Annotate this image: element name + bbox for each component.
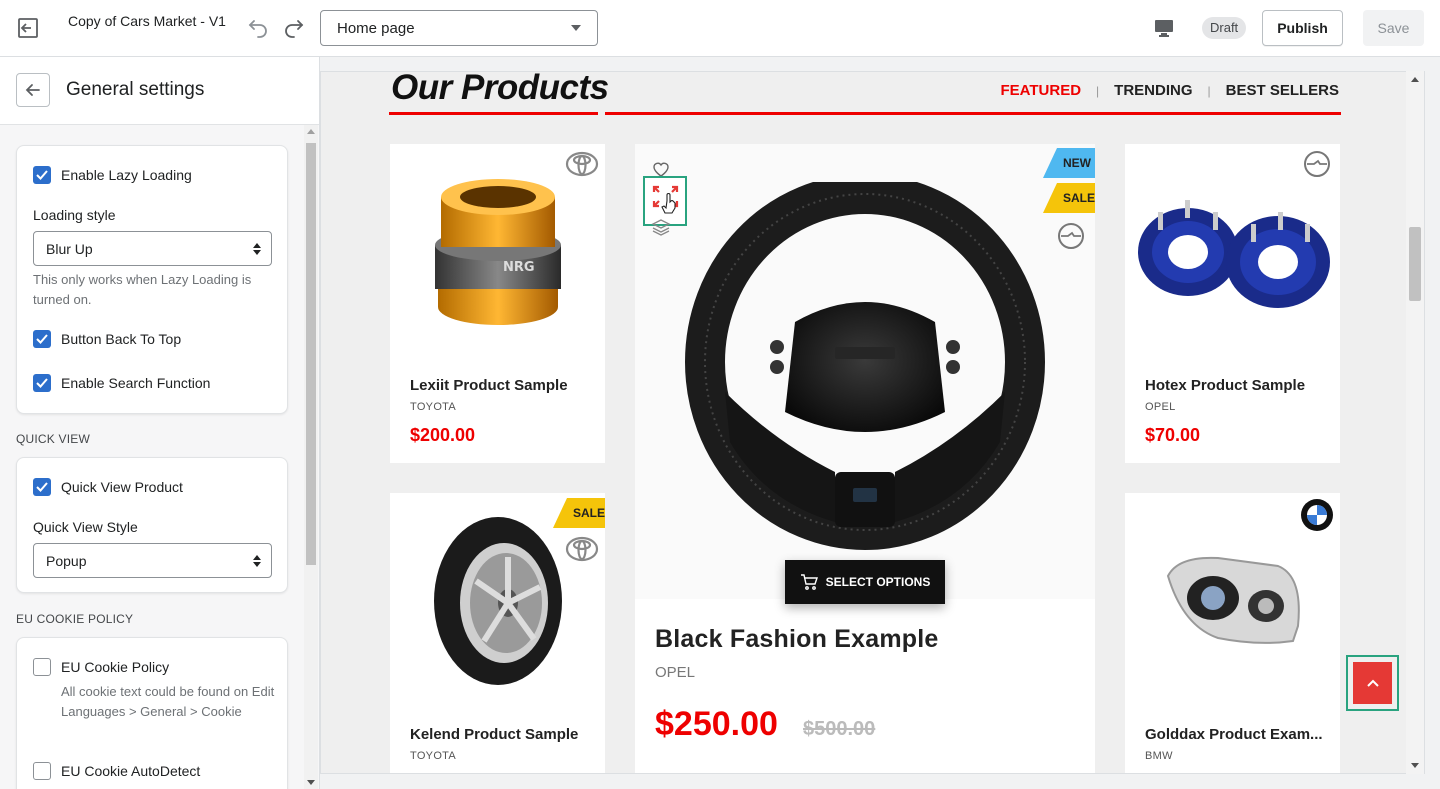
back-arrow-icon[interactable] (16, 73, 50, 107)
cookie-policy-checkbox[interactable]: EU Cookie Policy (33, 658, 169, 676)
opel-logo-icon (1053, 218, 1089, 254)
title-underline (389, 112, 598, 115)
lazy-loading-checkbox[interactable]: Enable Lazy Loading (33, 166, 192, 184)
checkbox-unchecked-icon (33, 658, 51, 676)
select-options-label: SELECT OPTIONS (825, 575, 931, 589)
cookie-policy-label: EU Cookie Policy (61, 659, 170, 675)
scroll-up-icon[interactable] (307, 129, 315, 134)
featured-product-name[interactable]: Black Fashion Example (655, 625, 938, 654)
quick-view-style-select[interactable]: Popup (33, 543, 272, 578)
sidebar-scrollbar[interactable] (304, 125, 318, 789)
sidebar-title: General settings (66, 79, 205, 100)
product-price: $200.00 (410, 425, 476, 445)
product-card[interactable]: Golddax Product Exam... BMW (1125, 493, 1340, 773)
cookie-autodetect-label: EU Cookie AutoDetect (61, 763, 201, 779)
featured-product-image[interactable] (635, 144, 1095, 599)
quick-view-checkbox[interactable]: Quick View Product (33, 478, 183, 496)
product-name[interactable]: Hotex Product Sample (1145, 377, 1325, 394)
checkbox-unchecked-icon (33, 762, 51, 780)
chevron-down-icon (571, 25, 581, 31)
product-tabs: FEATURED | TRENDING | BEST SELLERS (1000, 82, 1339, 99)
quick-view-card: Quick View Product Quick View Style Popu… (16, 457, 288, 593)
redo-icon[interactable] (280, 14, 308, 42)
tab-featured[interactable]: FEATURED (1000, 82, 1081, 99)
product-name[interactable]: Lexiit Product Sample (410, 377, 590, 394)
quick-view-label: Quick View Product (61, 479, 183, 495)
search-function-label: Enable Search Function (61, 375, 211, 391)
cookie-policy-heading: EU COOKIE POLICY (16, 612, 134, 626)
loading-style-value: Blur Up (46, 240, 93, 257)
checkbox-checked-icon (33, 330, 51, 348)
sidebar-header: General settings (0, 57, 319, 125)
exit-icon[interactable] (10, 12, 46, 44)
featured-product-price: $250.00 (655, 705, 778, 743)
scroll-down-icon[interactable] (307, 780, 315, 785)
quick-view-style-label: Quick View Style (33, 519, 138, 535)
scroll-up-icon[interactable] (1411, 77, 1419, 82)
product-price: $70.00 (1145, 425, 1201, 445)
desktop-icon[interactable] (1150, 14, 1178, 42)
cart-icon (800, 574, 818, 590)
product-brand: TOYOTA (410, 750, 457, 762)
select-options-button[interactable]: SELECT OPTIONS (785, 560, 945, 604)
loading-style-label: Loading style (33, 207, 116, 223)
tab-trending[interactable]: TRENDING (1114, 82, 1192, 99)
product-card[interactable]: SALE Kelend Product Sample TOYOTA (390, 493, 605, 773)
featured-product-old-price: $500.00 (803, 718, 876, 740)
preview-scrollbar[interactable] (1406, 71, 1424, 774)
page-selector-value: Home page (337, 19, 415, 37)
page-selector[interactable]: Home page (320, 10, 598, 46)
cookie-policy-card: EU Cookie Policy All cookie text could b… (16, 637, 288, 789)
toyota-logo-icon (564, 146, 600, 182)
store-preview: Our Products FEATURED | TRENDING | BEST … (320, 71, 1425, 774)
checkbox-checked-icon (33, 478, 51, 496)
loading-style-help: This only works when Lazy Loading is tur… (33, 272, 252, 307)
settings-sidebar: General settings Enable Lazy Loading Loa… (0, 57, 320, 789)
back-to-top-button[interactable] (1346, 655, 1399, 711)
save-button[interactable]: Save (1363, 10, 1424, 46)
chevron-up-icon (1353, 662, 1392, 704)
opel-logo-icon (1299, 146, 1335, 182)
status-badge: Draft (1202, 17, 1247, 39)
featured-product-card[interactable]: NEW SALE SELECT OPTIONS Black Fashion Ex… (635, 144, 1095, 773)
product-name[interactable]: Golddax Product Exam... (1145, 726, 1325, 743)
sidebar-scroll-thumb[interactable] (306, 143, 316, 565)
select-arrows-icon (253, 554, 261, 567)
tab-divider: | (1096, 83, 1100, 98)
compare-layers-icon[interactable] (651, 218, 671, 236)
search-function-checkbox[interactable]: Enable Search Function (33, 374, 210, 392)
section-title: Our Products (391, 71, 609, 107)
bmw-logo-icon (1299, 497, 1335, 533)
loading-style-select[interactable]: Blur Up (33, 231, 272, 266)
lazy-loading-label: Enable Lazy Loading (61, 167, 192, 183)
quick-view-heading: QUICK VIEW (16, 432, 91, 446)
preview-scroll-thumb[interactable] (1409, 227, 1421, 301)
scroll-down-icon[interactable] (1411, 763, 1419, 768)
checkbox-checked-icon (33, 166, 51, 184)
back-to-top-checkbox[interactable]: Button Back To Top (33, 330, 181, 348)
product-card[interactable]: Hotex Product Sample OPEL $70.00 (1125, 144, 1340, 463)
theme-name: Copy of Cars Market - V1 (68, 13, 226, 29)
toyota-logo-icon (564, 531, 600, 567)
checkbox-checked-icon (33, 374, 51, 392)
product-brand: BMW (1145, 750, 1173, 762)
product-brand: TOYOTA (410, 401, 457, 413)
featured-product-brand: OPEL (655, 664, 696, 681)
tab-divider: | (1207, 83, 1211, 98)
back-to-top-label: Button Back To Top (61, 331, 182, 347)
quick-view-style-value: Popup (46, 552, 87, 569)
editor-topbar: Copy of Cars Market - V1 Home page Draft… (0, 0, 1440, 57)
cookie-autodetect-checkbox[interactable]: EU Cookie AutoDetect (33, 762, 200, 780)
general-settings-card: Enable Lazy Loading Loading style Blur U… (16, 145, 288, 414)
select-arrows-icon (253, 242, 261, 255)
undo-icon[interactable] (244, 14, 272, 42)
product-brand: OPEL (1145, 401, 1176, 413)
svg-text:NRG: NRG (503, 260, 535, 275)
publish-button[interactable]: Publish (1262, 10, 1343, 46)
tabs-underline (605, 112, 1341, 115)
product-card[interactable]: NRG Lexiit Product Sample TOYOTA $200.00 (390, 144, 605, 463)
product-name[interactable]: Kelend Product Sample (410, 726, 590, 743)
tab-best-sellers[interactable]: BEST SELLERS (1226, 82, 1339, 99)
cookie-policy-help: All cookie text could be found on Edit L… (61, 684, 275, 719)
